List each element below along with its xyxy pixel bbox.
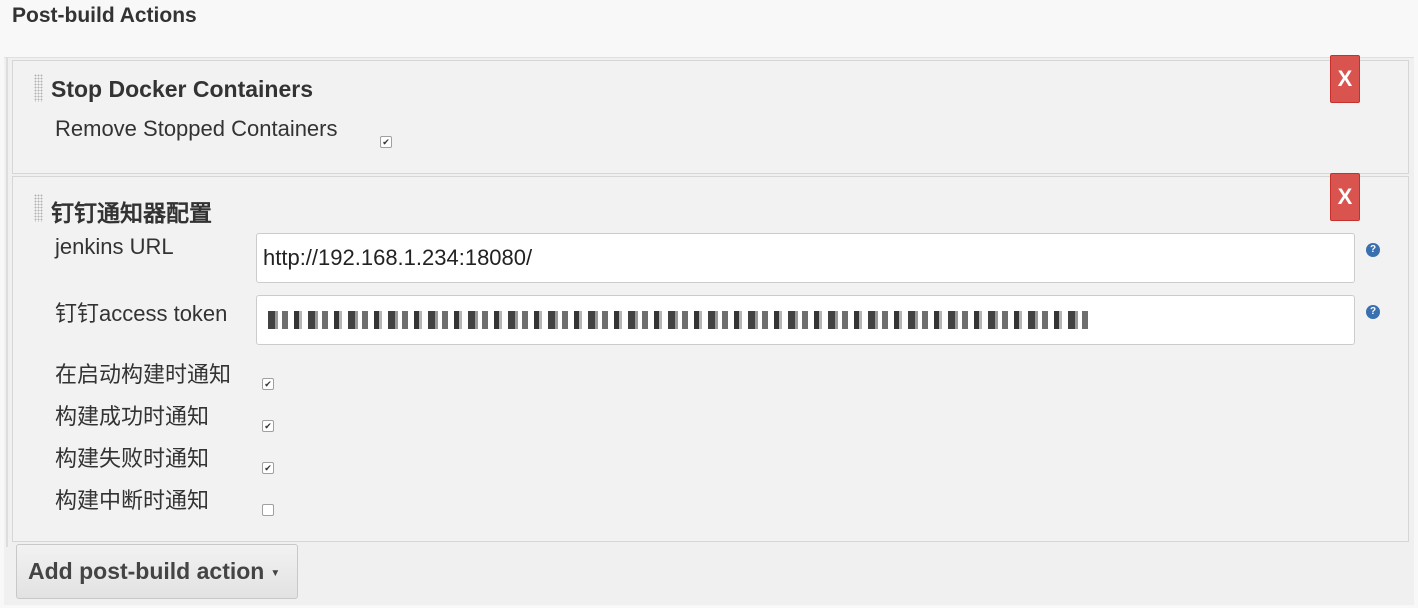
add-post-build-action-label: Add post-build action [28, 558, 265, 584]
drag-handle-icon[interactable] [34, 194, 43, 222]
notify-on-start-checkbox[interactable]: ✔ [262, 378, 274, 390]
drag-handle-icon[interactable] [34, 74, 43, 102]
notify-on-success-checkbox[interactable]: ✔ [262, 420, 274, 432]
help-icon[interactable]: ? [1366, 305, 1380, 319]
notify-on-abort-checkbox[interactable] [262, 504, 274, 516]
dingtalk-title: 钉钉通知器配置 [51, 200, 212, 226]
jenkins-url-input[interactable] [256, 233, 1355, 283]
notify-on-abort-label: 构建中断时通知 [55, 488, 210, 513]
notify-on-failure-label: 构建失败时通知 [55, 446, 210, 471]
remove-stopped-checkbox[interactable]: ✔ [380, 136, 392, 148]
divider [6, 57, 8, 547]
access-token-label: 钉钉access token [55, 301, 228, 326]
add-post-build-action-button[interactable]: Add post-build action ▼ [16, 544, 298, 599]
masked-token-value [268, 311, 1088, 329]
stop-docker-title: Stop Docker Containers [51, 76, 313, 102]
section-title: Post-build Actions [12, 4, 197, 27]
delete-dingtalk-button[interactable]: X [1330, 173, 1360, 221]
remove-stopped-label: Remove Stopped Containers [55, 116, 338, 141]
divider [4, 57, 1414, 58]
jenkins-url-label: jenkins URL [55, 234, 174, 259]
help-icon[interactable]: ? [1366, 243, 1380, 257]
delete-docker-button[interactable]: X [1330, 55, 1360, 103]
notify-on-start-label: 在启动构建时通知 [55, 362, 232, 387]
notify-on-success-label: 构建成功时通知 [55, 404, 210, 429]
caret-down-icon: ▼ [270, 568, 281, 579]
notify-on-failure-checkbox[interactable]: ✔ [262, 462, 274, 474]
